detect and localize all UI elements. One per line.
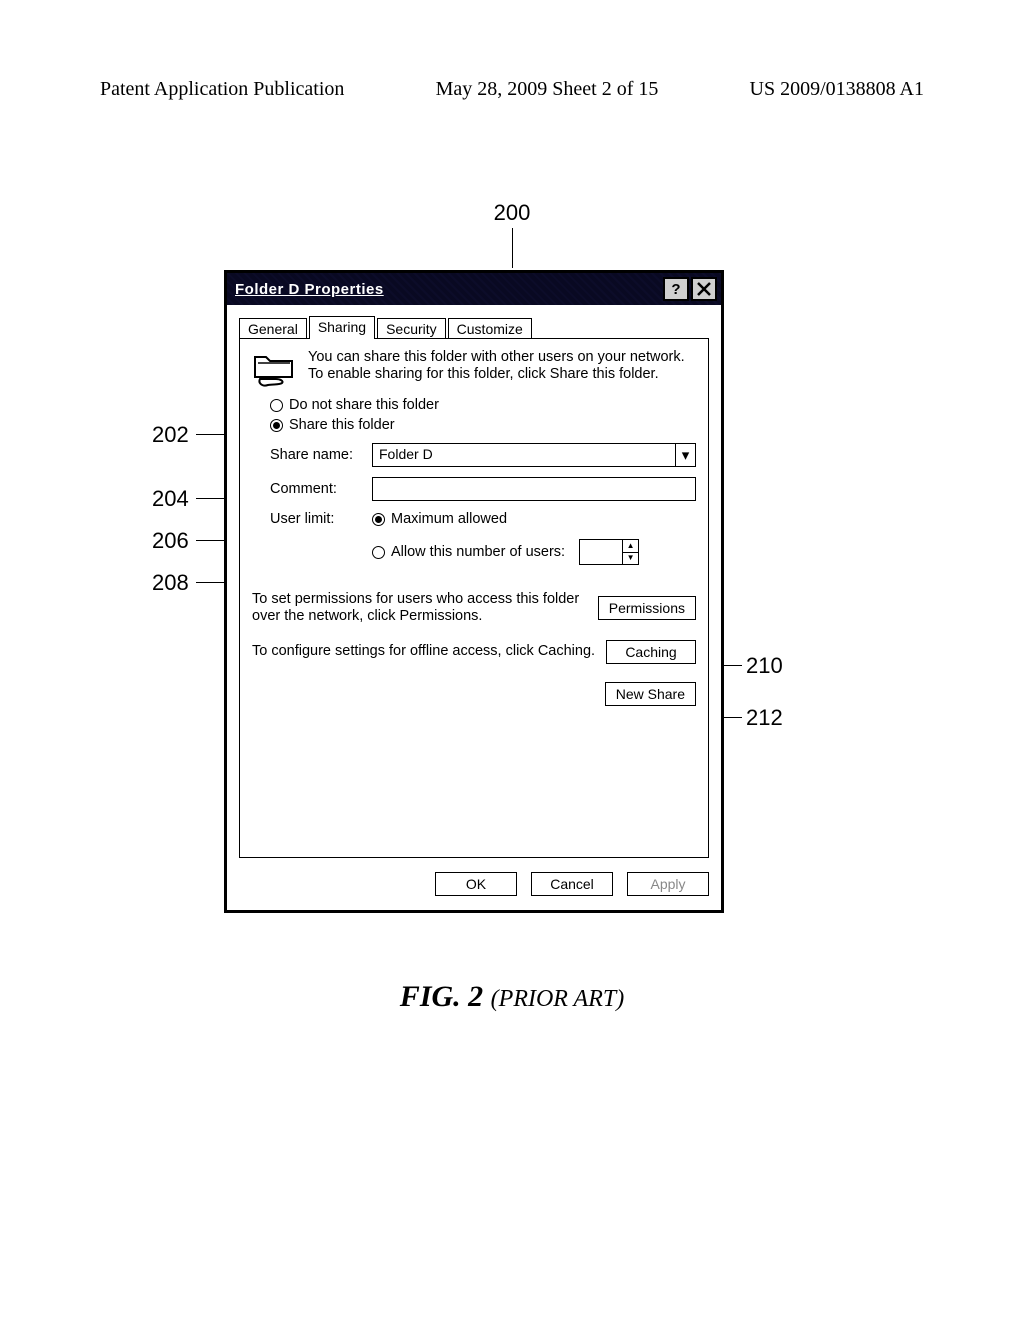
figure-caption: FIG. 2 (PRIOR ART) <box>400 980 624 1014</box>
radio-share-label: Share this folder <box>289 417 395 433</box>
callout-206: 206 <box>152 528 189 554</box>
userlimit-max-row: Maximum allowed <box>372 511 696 527</box>
tab-security[interactable]: Security <box>377 318 446 339</box>
intro-row: You can share this folder with other use… <box>252 349 696 389</box>
radio-share[interactable] <box>270 419 283 432</box>
new-share-row: New Share <box>252 682 696 706</box>
user-limit-label: User limit: <box>270 511 362 577</box>
share-name-combo[interactable]: Folder D ▾ <box>372 443 696 467</box>
comment-row: Comment: <box>270 477 696 501</box>
sharing-tab-panel: You can share this folder with other use… <box>239 338 709 858</box>
user-limit-options: Maximum allowed Allow this number of use… <box>372 511 696 577</box>
user-limit-spinner[interactable]: ▲ ▼ <box>579 539 639 565</box>
caching-row: To configure settings for offline access… <box>252 640 696 664</box>
cancel-button[interactable]: Cancel <box>531 872 613 896</box>
comment-label: Comment: <box>270 481 362 497</box>
page-header: Patent Application Publication May 28, 2… <box>0 78 1024 101</box>
comment-input[interactable] <box>372 477 696 501</box>
radio-user-limit-max-label: Maximum allowed <box>391 511 507 527</box>
dialog-button-row: OK Cancel Apply <box>239 872 709 896</box>
share-name-row: Share name: Folder D ▾ <box>270 443 696 467</box>
apply-button[interactable]: Apply <box>627 872 709 896</box>
dialog-body: General Sharing Security Customize You c… <box>227 305 721 910</box>
header-center: May 28, 2009 Sheet 2 of 15 <box>436 78 659 101</box>
close-button[interactable] <box>691 277 717 301</box>
dialog-titlebar: Folder D Properties ? <box>227 273 721 305</box>
header-right: US 2009/0138808 A1 <box>750 78 924 101</box>
radio-do-not-share[interactable] <box>270 399 283 412</box>
figure-area: 200 202 204 206 208 210 212 Folder D Pro… <box>0 200 1024 1320</box>
caching-text: To configure settings for offline access… <box>252 643 596 660</box>
tab-strip: General Sharing Security Customize <box>239 315 709 338</box>
permissions-text: To set permissions for users who access … <box>252 591 588 626</box>
spinner-down-icon[interactable]: ▼ <box>623 553 638 565</box>
help-button[interactable]: ? <box>663 277 689 301</box>
ok-button[interactable]: OK <box>435 872 517 896</box>
tab-sharing[interactable]: Sharing <box>309 316 375 339</box>
figure-number-leader <box>512 228 513 268</box>
figure-number-label: 200 <box>494 200 531 226</box>
permissions-button[interactable]: Permissions <box>598 596 696 620</box>
figure-label: FIG. 2 <box>400 980 483 1013</box>
dialog-title: Folder D Properties <box>235 281 384 298</box>
shared-folder-icon <box>252 349 298 389</box>
new-share-button[interactable]: New Share <box>605 682 696 706</box>
properties-dialog: Folder D Properties ? General Sharing Se… <box>224 270 724 913</box>
share-name-dropdown[interactable]: ▾ <box>675 444 695 466</box>
radio-do-not-share-row: Do not share this folder <box>270 397 696 413</box>
prior-art-label: (PRIOR ART) <box>491 986 625 1012</box>
callout-202: 202 <box>152 422 189 448</box>
tab-general[interactable]: General <box>239 318 307 339</box>
callout-208: 208 <box>152 570 189 596</box>
permissions-row: To set permissions for users who access … <box>252 591 696 626</box>
callout-210: 210 <box>746 653 783 679</box>
radio-do-not-share-label: Do not share this folder <box>289 397 439 413</box>
caching-button[interactable]: Caching <box>606 640 696 664</box>
intro-text: You can share this folder with other use… <box>308 349 696 389</box>
radio-user-limit-allow[interactable] <box>372 546 385 559</box>
spinner-arrows: ▲ ▼ <box>622 540 638 564</box>
spinner-up-icon[interactable]: ▲ <box>623 540 638 553</box>
close-icon <box>696 281 712 297</box>
share-name-label: Share name: <box>270 447 362 463</box>
header-left: Patent Application Publication <box>100 78 344 101</box>
share-name-value: Folder D <box>373 444 675 466</box>
callout-212: 212 <box>746 705 783 731</box>
radio-share-row: Share this folder <box>270 417 696 433</box>
callout-204: 204 <box>152 486 189 512</box>
chevron-down-icon: ▾ <box>682 446 690 464</box>
help-icon: ? <box>671 281 680 298</box>
user-limit-group: User limit: Maximum allowed Allow this n… <box>270 511 696 577</box>
radio-user-limit-allow-label: Allow this number of users: <box>391 544 565 560</box>
userlimit-allow-row: Allow this number of users: ▲ ▼ <box>372 539 696 565</box>
tab-customize[interactable]: Customize <box>448 318 532 339</box>
user-limit-value <box>580 540 622 564</box>
radio-user-limit-max[interactable] <box>372 513 385 526</box>
